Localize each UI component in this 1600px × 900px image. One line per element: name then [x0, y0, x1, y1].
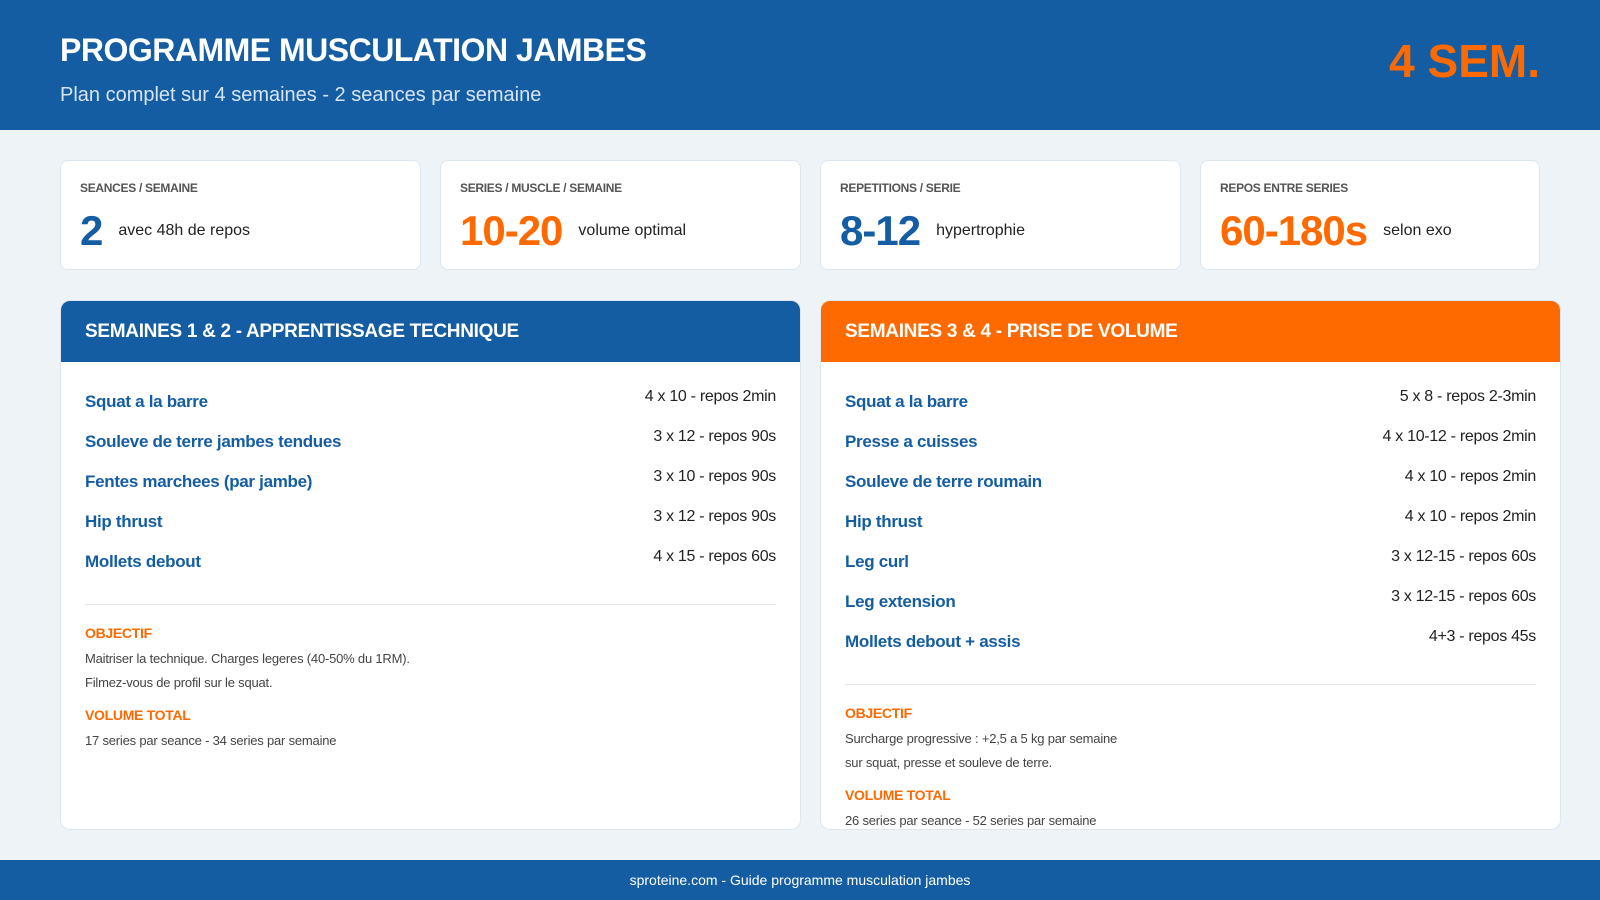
exercise-sets: 4 x 10 - repos 2min	[1404, 468, 1537, 485]
exercise-sets: 3 x 12 - repos 90s	[653, 428, 776, 445]
weeks-badge: 4 SEM.	[1389, 35, 1540, 87]
stat-label: SEANCES / SEMAINE	[80, 181, 198, 195]
exercise-sets: 4+3 - repos 45s	[1428, 628, 1536, 645]
volume-label: VOLUME TOTAL	[845, 787, 951, 803]
exercise-name: Squat a la barre	[85, 392, 208, 411]
stat-card-sessions: SEANCES / SEMAINE 2 avec 48h de repos	[60, 160, 421, 270]
exercise-name: Squat a la barre	[845, 392, 968, 411]
stat-card-rest: REPOS ENTRE SERIES 60-180s selon exo	[1200, 160, 1540, 270]
stat-note: avec 48h de repos	[118, 222, 251, 239]
exercise-sets: 3 x 12 - repos 90s	[653, 508, 776, 525]
exercise-row: Leg curl 3 x 12-15 - repos 60s	[845, 548, 1536, 588]
volume-text: 17 series par seance - 34 series par sem…	[85, 733, 337, 748]
exercise-sets: 4 x 10 - repos 2min	[1404, 508, 1537, 525]
stat-card-reps: REPETITIONS / SERIE 8-12 hypertrophie	[820, 160, 1181, 270]
stat-value: 60-180s	[1220, 207, 1368, 254]
stat-value: 2	[80, 207, 103, 254]
exercise-sets: 3 x 10 - repos 90s	[653, 468, 776, 485]
exercise-name: Leg extension	[845, 592, 956, 611]
exercise-row: Squat a la barre 5 x 8 - repos 2-3min	[845, 388, 1536, 428]
exercise-name: Souleve de terre jambes tendues	[85, 432, 342, 451]
objective-text: Maitriser la technique. Charges legeres …	[85, 651, 410, 666]
stat-note: volume optimal	[578, 222, 687, 239]
panel-title: SEMAINES 3 & 4 - PRISE DE VOLUME	[821, 301, 1560, 362]
exercise-row: Mollets debout 4 x 15 - repos 60s	[85, 548, 776, 588]
exercise-name: Hip thrust	[845, 512, 923, 531]
exercise-sets: 4 x 10-12 - repos 2min	[1382, 428, 1537, 445]
panel-weeks-3-4: SEMAINES 3 & 4 - PRISE DE VOLUME Squat a…	[820, 300, 1561, 830]
exercise-sets: 4 x 10 - repos 2min	[644, 388, 777, 405]
exercise-name: Souleve de terre roumain	[845, 472, 1042, 491]
panel-weeks-1-2: SEMAINES 1 & 2 - APPRENTISSAGE TECHNIQUE…	[60, 300, 801, 830]
exercise-row: Presse a cuisses 4 x 10-12 - repos 2min	[845, 428, 1536, 468]
exercise-sets: 3 x 12-15 - repos 60s	[1391, 548, 1536, 565]
exercise-row: Squat a la barre 4 x 10 - repos 2min	[85, 388, 776, 428]
stat-card-series: SERIES / MUSCLE / SEMAINE 10-20 volume o…	[440, 160, 801, 270]
exercise-list: Squat a la barre 4 x 10 - repos 2min Sou…	[61, 388, 800, 588]
volume-text: 26 series par seance - 52 series par sem…	[845, 813, 1097, 828]
exercise-sets: 4 x 15 - repos 60s	[653, 548, 776, 565]
exercise-row: Leg extension 3 x 12-15 - repos 60s	[845, 588, 1536, 628]
objective-text: Surcharge progressive : +2,5 a 5 kg par …	[845, 731, 1118, 746]
exercise-row: Hip thrust 3 x 12 - repos 90s	[85, 508, 776, 548]
exercise-row: Souleve de terre roumain 4 x 10 - repos …	[845, 468, 1536, 508]
exercise-name: Hip thrust	[85, 512, 163, 531]
stat-label: REPOS ENTRE SERIES	[1220, 181, 1348, 195]
page-title: PROGRAMME MUSCULATION JAMBES	[60, 32, 647, 68]
page-footer: sproteine.com - Guide programme musculat…	[0, 860, 1600, 900]
stat-value: 8-12	[840, 207, 921, 254]
stats-row: SEANCES / SEMAINE 2 avec 48h de repos SE…	[60, 160, 1540, 270]
page-header: PROGRAMME MUSCULATION JAMBES Plan comple…	[0, 0, 1600, 130]
stat-note: hypertrophie	[936, 222, 1026, 239]
objective-label: OBJECTIF	[85, 625, 152, 641]
divider	[845, 684, 1536, 685]
exercise-row: Souleve de terre jambes tendues 3 x 12 -…	[85, 428, 776, 468]
exercise-row: Mollets debout + assis 4+3 - repos 45s	[845, 628, 1536, 668]
exercise-name: Leg curl	[845, 552, 909, 571]
page-subtitle: Plan complet sur 4 semaines - 2 seances …	[60, 84, 542, 106]
objective-text: Filmez-vous de profil sur le squat.	[85, 675, 273, 690]
exercise-sets: 3 x 12-15 - repos 60s	[1391, 588, 1536, 605]
exercise-name: Fentes marchees (par jambe)	[85, 472, 313, 491]
panel-title: SEMAINES 1 & 2 - APPRENTISSAGE TECHNIQUE	[61, 301, 800, 362]
exercise-list: Squat a la barre 5 x 8 - repos 2-3min Pr…	[821, 388, 1560, 668]
exercise-row: Fentes marchees (par jambe) 3 x 10 - rep…	[85, 468, 776, 508]
stat-note: selon exo	[1383, 222, 1452, 239]
objective-text: sur squat, presse et souleve de terre.	[845, 755, 1053, 770]
exercise-sets: 5 x 8 - repos 2-3min	[1399, 388, 1537, 405]
footer-text: sproteine.com - Guide programme musculat…	[629, 872, 971, 888]
stat-label: SERIES / MUSCLE / SEMAINE	[460, 181, 622, 195]
stat-label: REPETITIONS / SERIE	[840, 181, 961, 195]
objective-label: OBJECTIF	[845, 705, 912, 721]
divider	[85, 604, 776, 605]
exercise-row: Hip thrust 4 x 10 - repos 2min	[845, 508, 1536, 548]
exercise-name: Presse a cuisses	[845, 432, 978, 451]
exercise-name: Mollets debout + assis	[845, 632, 1021, 651]
exercise-name: Mollets debout	[85, 552, 201, 571]
stat-value: 10-20	[460, 207, 563, 254]
volume-label: VOLUME TOTAL	[85, 707, 191, 723]
